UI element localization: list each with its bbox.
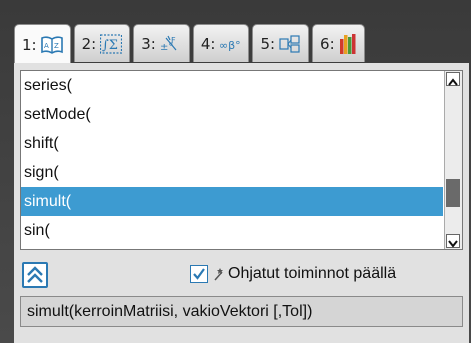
- svg-text:∞β°: ∞β°: [219, 39, 241, 52]
- tab-symbols[interactable]: 3: ±° F: [133, 24, 190, 62]
- tab-catalog[interactable]: 1: A Z: [14, 24, 71, 64]
- function-list[interactable]: series( setMode( shift( sign( simult( si…: [20, 70, 463, 250]
- list-item-selected[interactable]: simult(: [21, 187, 443, 216]
- list-scrollbar[interactable]: [444, 71, 462, 249]
- math-operators-icon: ∞β°: [219, 34, 241, 54]
- syntax-help-bar: simult(kerroinMatriisi, vakioVektori [,T…: [20, 296, 463, 327]
- checkmark-icon: [193, 268, 205, 280]
- wizard-wand-icon: [212, 266, 226, 282]
- tab-bar: 1: A Z 2: ∫Σ 3: ±° F 4: ∞β° 5: 6:: [14, 24, 365, 64]
- library-icon: [279, 34, 301, 54]
- svg-text:∫Σ: ∫Σ: [102, 38, 118, 53]
- scroll-down-button[interactable]: [446, 234, 460, 248]
- double-chevron-up-icon: [27, 266, 43, 283]
- tab-math-operators[interactable]: 4: ∞β°: [192, 24, 250, 62]
- tab-units[interactable]: 6:: [312, 24, 365, 62]
- math-templates-icon: ∫Σ: [100, 33, 123, 54]
- symbols-icon: ±° F: [160, 34, 182, 54]
- window-corner-mark: [4, 0, 26, 8]
- scroll-up-button[interactable]: [446, 72, 460, 86]
- list-item[interactable]: series(: [21, 71, 443, 100]
- catalog-dialog: 1: A Z 2: ∫Σ 3: ±° F 4: ∞β° 5: 6: series…: [0, 0, 471, 343]
- svg-text:Z: Z: [54, 42, 59, 50]
- chevron-up-icon: [448, 78, 458, 86]
- tab-math-templates[interactable]: 2: ∫Σ: [73, 24, 131, 62]
- tab-number: 3:: [141, 34, 156, 53]
- tab-number: 4:: [200, 34, 216, 53]
- scroll-thumb[interactable]: [446, 179, 460, 207]
- wizards-label: Ohjatut toiminnot päällä: [228, 265, 397, 282]
- list-item[interactable]: sign(: [21, 158, 443, 187]
- tab-number: 5:: [260, 34, 276, 53]
- svg-text:F: F: [171, 36, 176, 45]
- tab-number: 2:: [81, 34, 97, 53]
- list-item[interactable]: sin(: [21, 216, 443, 245]
- tab-number: 1:: [22, 35, 37, 54]
- wizards-checkbox[interactable]: [190, 265, 208, 283]
- chevron-down-icon: [448, 240, 458, 248]
- units-icon: [339, 33, 357, 55]
- tab-library[interactable]: 5:: [252, 24, 310, 62]
- tab-number: 6:: [320, 34, 335, 53]
- list-item[interactable]: shift(: [21, 129, 443, 158]
- catalog-book-icon: A Z: [40, 35, 63, 55]
- list-item[interactable]: setMode(: [21, 100, 443, 129]
- catalog-panel: series( setMode( shift( sign( simult( si…: [14, 63, 469, 343]
- svg-text:A: A: [44, 42, 49, 50]
- expand-help-button[interactable]: [22, 262, 48, 288]
